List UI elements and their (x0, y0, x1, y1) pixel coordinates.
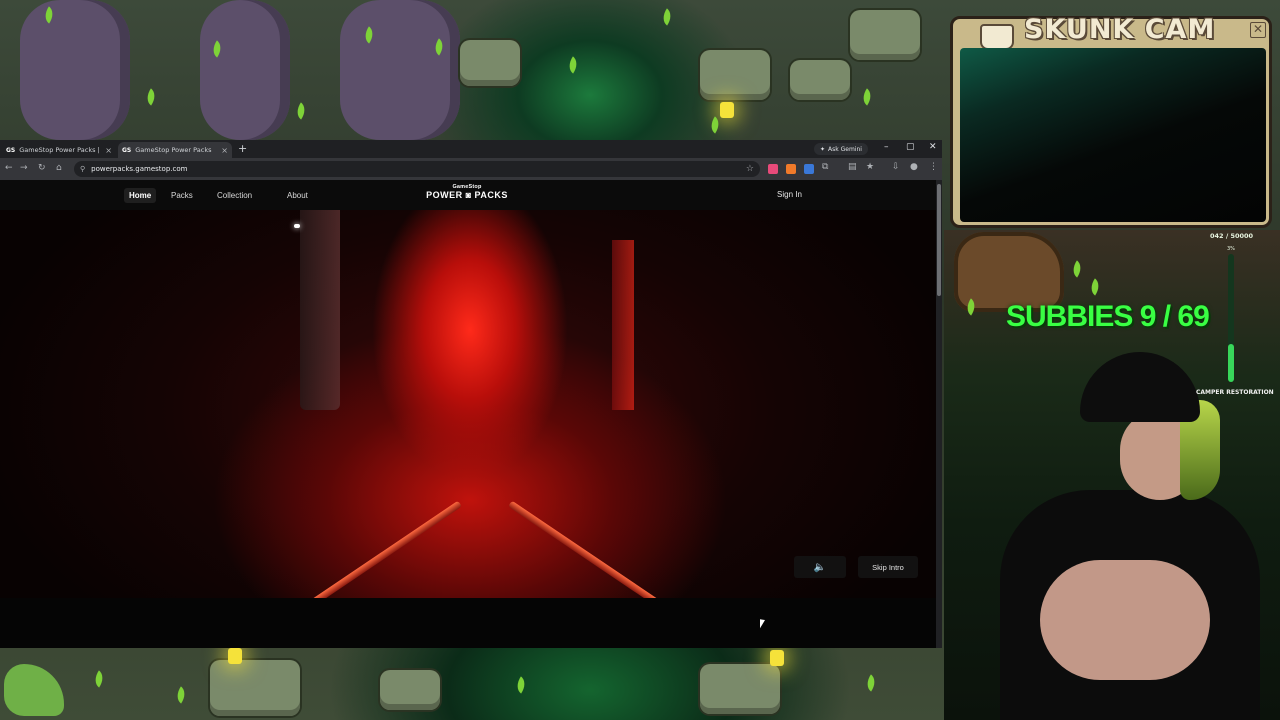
lantern-icon (228, 648, 242, 664)
tree-trunk-mid (200, 0, 290, 140)
skip-intro-button[interactable]: Skip Intro (858, 556, 918, 578)
stone-block (700, 50, 770, 100)
back-arrow-icon[interactable]: ← (5, 163, 13, 173)
streamer-skin (1040, 560, 1210, 680)
url-text: powerpacks.gamestop.com (91, 165, 188, 173)
tab-strip: GS GameStop Power Packs | Game × GS Game… (0, 140, 942, 158)
favicon-icon: GS (122, 146, 132, 154)
lantern-icon (720, 102, 734, 118)
stone-block (850, 10, 920, 60)
web-page: Home Packs Collection About GameStop POW… (0, 180, 936, 648)
download-icon[interactable]: ⇩ (892, 162, 900, 172)
cam-close-icon: ✕ (1250, 22, 1266, 38)
page-scrollbar[interactable] (936, 180, 942, 648)
goal-label: CAMPER RESTORATION (1196, 389, 1274, 396)
address-bar[interactable]: ⚲ powerpacks.gamestop.com ☆ (74, 161, 760, 177)
mug-icon (980, 24, 1014, 50)
favicon-icon: GS (6, 146, 16, 154)
intro-video[interactable]: 🔈 Skip Intro (0, 210, 936, 648)
ask-gemini-button[interactable]: ✦ Ask Gemini (814, 143, 868, 155)
sign-in-link[interactable]: Sign In (777, 190, 802, 199)
tab-power-packs-2[interactable]: GS GameStop Power Packs × (118, 142, 232, 158)
cam-title: SKUNK CAM (1024, 14, 1216, 45)
menu-kebab-icon[interactable]: ⋮ (929, 162, 938, 172)
left-gate (300, 210, 340, 410)
cam-feed (960, 48, 1266, 222)
site-navbar: Home Packs Collection About GameStop POW… (0, 180, 936, 210)
stone-block (460, 40, 520, 86)
tree-trunk-left (20, 0, 130, 140)
scrollbar-thumb[interactable] (937, 184, 941, 296)
bookmark-star-icon[interactable]: ☆ (746, 164, 754, 174)
site-info-icon[interactable]: ⚲ (80, 165, 85, 173)
gemini-icon: ✦ (820, 145, 826, 153)
mute-button[interactable]: 🔈 (794, 556, 846, 578)
stone-block (210, 660, 300, 716)
goal-counter: 042 / 50000 (1210, 232, 1254, 240)
puzzle-extensions-icon[interactable]: ⧉ (822, 162, 828, 172)
tab-title: GameStop Power Packs (135, 146, 212, 154)
close-tab-icon[interactable]: × (221, 146, 228, 155)
goal-progress-fill (1228, 343, 1234, 382)
side-panel-icon[interactable]: ▤ (848, 162, 857, 172)
goal-percent: 3% (1227, 246, 1235, 252)
tab-power-packs-1[interactable]: GS GameStop Power Packs | Game × (2, 142, 116, 158)
page-footer-area (0, 598, 936, 648)
sub-goal-text: SUBBIES 9 / 69 (1006, 300, 1210, 333)
browser-toolbar: ← → ↻ ⌂ ⚲ powerpacks.gamestop.com ☆ ⧉ ▤ … (0, 158, 942, 180)
nav-about[interactable]: About (282, 188, 313, 203)
light-spot (294, 224, 300, 228)
power-packs-logo[interactable]: GameStop POWER ◙ PACKS (424, 184, 510, 200)
right-gate (612, 240, 634, 410)
speaker-mute-icon: 🔈 (813, 561, 827, 573)
forward-arrow-icon[interactable]: → (20, 163, 28, 173)
reload-icon[interactable]: ↻ (38, 163, 46, 173)
stone-block (700, 664, 780, 714)
tree-trunk-right (340, 0, 460, 140)
stone-block (790, 60, 850, 100)
goal-progress-bar (1228, 254, 1234, 382)
lantern-icon (770, 650, 784, 666)
stone-block (380, 670, 440, 710)
close-window-button[interactable]: ✕ (929, 142, 937, 152)
maximize-button[interactable]: ▢ (906, 142, 915, 152)
home-icon[interactable]: ⌂ (56, 163, 62, 173)
nav-packs[interactable]: Packs (166, 188, 198, 203)
browser-window: GS GameStop Power Packs | Game × GS Game… (0, 140, 942, 648)
close-tab-icon[interactable]: × (105, 146, 112, 155)
nav-collection[interactable]: Collection (212, 188, 257, 203)
tab-title: GameStop Power Packs | Game (19, 146, 101, 154)
nav-home[interactable]: Home (124, 188, 157, 203)
bookmarks-icon[interactable]: ★ (866, 162, 874, 172)
mouse-cursor-icon (760, 619, 770, 630)
new-tab-button[interactable]: + (238, 142, 247, 155)
extension-icon[interactable] (786, 164, 796, 174)
ask-gemini-label: Ask Gemini (828, 145, 862, 153)
extension-icon[interactable] (804, 164, 814, 174)
extension-icon[interactable] (768, 164, 778, 174)
logo-power-packs-text: POWER ◙ PACKS (426, 190, 508, 200)
profile-avatar-icon[interactable]: ● (910, 162, 918, 172)
minimize-button[interactable]: – (884, 142, 889, 152)
